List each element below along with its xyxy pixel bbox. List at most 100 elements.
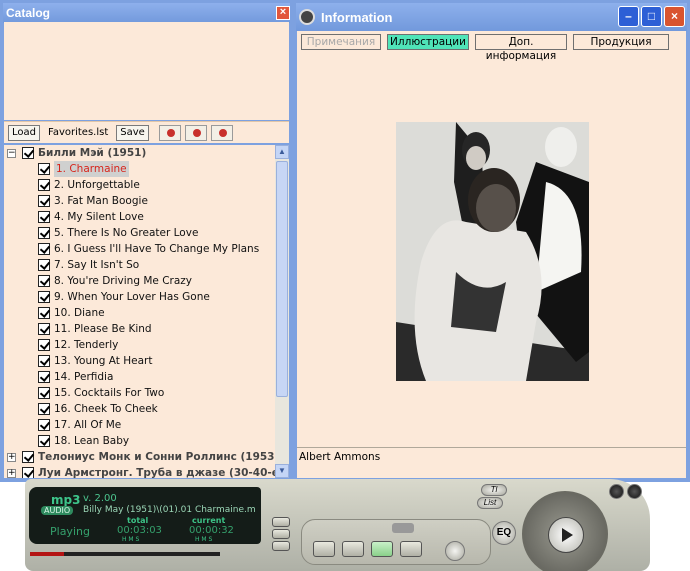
checkbox[interactable]: [38, 355, 50, 367]
tree-track[interactable]: 18. Lean Baby: [4, 433, 275, 449]
checkbox[interactable]: [22, 147, 34, 159]
tree-track[interactable]: 11. Please Be Kind: [4, 321, 275, 337]
checkbox[interactable]: [38, 163, 50, 175]
expand-icon[interactable]: +: [7, 469, 16, 478]
album-label[interactable]: Билли Мэй (1951): [38, 145, 146, 161]
track-label[interactable]: 6. I Guess I'll Have To Change My Plans: [54, 241, 259, 257]
tree-track[interactable]: 7. Say It Isn't So: [4, 257, 275, 273]
tree-track[interactable]: 12. Tenderly: [4, 337, 275, 353]
volume-down-button[interactable]: [272, 541, 290, 551]
track-label[interactable]: 18. Lean Baby: [54, 433, 129, 449]
checkbox[interactable]: [38, 403, 50, 415]
track-label[interactable]: 12. Tenderly: [54, 337, 118, 353]
player-close-button[interactable]: [627, 484, 642, 499]
tab-illustrations[interactable]: Иллюстрации: [387, 34, 469, 50]
control-wheel[interactable]: [522, 491, 608, 571]
tree-album[interactable]: + Телониус Монк и Сонни Роллинс (1953): [4, 449, 275, 465]
scroll-thumb[interactable]: [276, 161, 288, 397]
tree-track[interactable]: 5. There Is No Greater Love: [4, 225, 275, 241]
catalog-close-button[interactable]: ×: [276, 6, 290, 20]
track-label[interactable]: 2. Unforgettable: [54, 177, 140, 193]
shuffle-button[interactable]: [400, 541, 422, 557]
catalog-scrollbar[interactable]: ▲ ▼: [275, 145, 289, 478]
close-button[interactable]: ×: [664, 6, 685, 27]
tree-track[interactable]: 16. Cheek To Cheek: [4, 401, 275, 417]
track-label[interactable]: 14. Perfidia: [54, 369, 113, 385]
tree-track[interactable]: 1. Charmaine: [4, 161, 275, 177]
checkbox[interactable]: [38, 195, 50, 207]
checkbox[interactable]: [38, 371, 50, 383]
move-icon[interactable]: [158, 124, 181, 141]
catalog-titlebar[interactable]: Catalog ×: [3, 3, 290, 23]
album-label[interactable]: Луи Армстронг. Труба в джазе (30-40-е г.…: [38, 465, 275, 478]
track-label[interactable]: 17. All Of Me: [54, 417, 121, 433]
tree-track[interactable]: 13. Young At Heart: [4, 353, 275, 369]
load-button[interactable]: Load: [8, 124, 40, 141]
tree-album[interactable]: + Луи Армстронг. Труба в джазе (30-40-е г…: [4, 465, 275, 478]
checkbox[interactable]: [38, 291, 50, 303]
pause-button[interactable]: [342, 541, 364, 557]
album-label[interactable]: Телониус Монк и Сонни Роллинс (1953): [38, 449, 275, 465]
track-label[interactable]: 9. When Your Lover Has Gone: [54, 289, 210, 305]
tree-track[interactable]: 2. Unforgettable: [4, 177, 275, 193]
track-label[interactable]: 13. Young At Heart: [54, 353, 152, 369]
scroll-up-icon[interactable]: ▲: [275, 145, 289, 159]
track-label[interactable]: 3. Fat Man Boogie: [54, 193, 148, 209]
tab-notes[interactable]: Примечания: [301, 34, 381, 50]
collapse-icon[interactable]: [210, 124, 233, 141]
checkbox[interactable]: [38, 339, 50, 351]
play-button[interactable]: [548, 517, 584, 553]
checkbox[interactable]: [38, 435, 50, 447]
tree-track[interactable]: 9. When Your Lover Has Gone: [4, 289, 275, 305]
checkbox[interactable]: [22, 467, 34, 478]
tree-track[interactable]: 3. Fat Man Boogie: [4, 193, 275, 209]
tl-button[interactable]: Tl: [481, 484, 507, 496]
checkbox[interactable]: [38, 243, 50, 255]
checkbox[interactable]: [38, 419, 50, 431]
stop-button[interactable]: [313, 541, 335, 557]
tree-track[interactable]: 6. I Guess I'll Have To Change My Plans: [4, 241, 275, 257]
eq-button[interactable]: EQ: [492, 521, 516, 545]
checkbox[interactable]: [38, 211, 50, 223]
track-label[interactable]: 8. You're Driving Me Crazy: [54, 273, 192, 289]
checkbox[interactable]: [22, 451, 34, 463]
tree-album[interactable]: − Билли Мэй (1951): [4, 145, 275, 161]
progress-bar[interactable]: [30, 552, 220, 556]
tree-track[interactable]: 14. Perfidia: [4, 369, 275, 385]
expand-icon[interactable]: +: [7, 453, 16, 462]
tab-additional-info[interactable]: Доп. информация: [475, 34, 567, 62]
mute-button[interactable]: [272, 529, 290, 539]
track-label[interactable]: 1. Charmaine: [54, 161, 129, 177]
track-label[interactable]: 11. Please Be Kind: [54, 321, 152, 337]
save-button[interactable]: Save: [116, 124, 149, 141]
open-file-button[interactable]: [445, 541, 465, 561]
tree-track[interactable]: 4. My Silent Love: [4, 209, 275, 225]
checkbox[interactable]: [38, 227, 50, 239]
volume-slider[interactable]: [392, 523, 414, 533]
track-label[interactable]: 4. My Silent Love: [54, 209, 144, 225]
list-button[interactable]: List: [477, 497, 503, 509]
volume-up-button[interactable]: [272, 517, 290, 527]
track-label[interactable]: 15. Cocktails For Two: [54, 385, 164, 401]
checkbox[interactable]: [38, 275, 50, 287]
tab-products[interactable]: Продукция: [573, 34, 669, 50]
checkbox[interactable]: [38, 387, 50, 399]
track-label[interactable]: 10. Diane: [54, 305, 105, 321]
checkbox[interactable]: [38, 259, 50, 271]
tree-track[interactable]: 15. Cocktails For Two: [4, 385, 275, 401]
checkbox[interactable]: [38, 179, 50, 191]
tree-track[interactable]: 10. Diane: [4, 305, 275, 321]
tree-track[interactable]: 17. All Of Me: [4, 417, 275, 433]
repeat-button[interactable]: [371, 541, 393, 557]
maximize-button[interactable]: □: [641, 6, 662, 27]
checkbox[interactable]: [38, 323, 50, 335]
tree-track[interactable]: 8. You're Driving Me Crazy: [4, 273, 275, 289]
track-label[interactable]: 16. Cheek To Cheek: [54, 401, 158, 417]
move-up-down-icon[interactable]: [184, 124, 207, 141]
scroll-down-icon[interactable]: ▼: [275, 464, 289, 478]
collapse-icon[interactable]: −: [7, 149, 16, 158]
minimize-button[interactable]: –: [618, 6, 639, 27]
track-label[interactable]: 7. Say It Isn't So: [54, 257, 139, 273]
checkbox[interactable]: [38, 307, 50, 319]
player-minimize-button[interactable]: [609, 484, 624, 499]
